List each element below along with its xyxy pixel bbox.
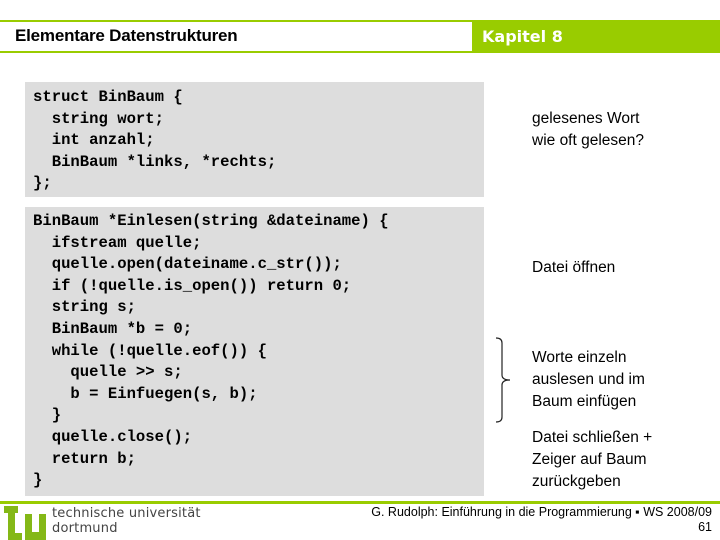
annotation-line: gelesenes Wort	[532, 110, 640, 127]
footer-course: G. Rudolph: Einführung in die Programmie…	[371, 505, 712, 519]
code-line: BinBaum *b = 0;	[51, 319, 193, 338]
annotation-line: Datei öffnen	[532, 259, 616, 276]
annotation-line: Zeiger auf Baum	[532, 451, 647, 468]
code-line: int anzahl;	[51, 131, 155, 150]
code-block-struct: struct BinBaum { string wort; int anzahl…	[25, 82, 484, 197]
code-block-einlesen: BinBaum *Einlesen(string &dateiname) { i…	[25, 207, 484, 496]
code-line: BinBaum *links, *rechts;	[51, 152, 277, 171]
code-line: while (!quelle.eof()) {	[51, 341, 267, 360]
code-line: };	[33, 174, 52, 193]
code-line: quelle >> s;	[70, 363, 183, 382]
code-line: quelle.open(dateiname.c_str());	[51, 255, 342, 274]
code-line: ifstream quelle;	[51, 233, 202, 252]
tu-logo-icon	[4, 506, 46, 540]
code-struct-text: struct BinBaum { string wort; int anzahl…	[33, 87, 276, 195]
code-line: }	[51, 406, 62, 425]
annotation-line: Worte einzeln	[532, 349, 627, 366]
slide-title: Elementare Datenstrukturen	[15, 26, 238, 45]
annotation-line: auslesen und im	[532, 371, 645, 388]
annotation-line: zurückgeben	[532, 473, 621, 490]
code-line: struct BinBaum {	[33, 88, 183, 106]
code-line: string wort;	[51, 109, 165, 128]
footer-course-info: G. Rudolph: Einführung in die Programmie…	[371, 505, 712, 535]
university-name-line2: dortmund	[52, 521, 118, 536]
annotation-open-file: Datei öffnen	[532, 257, 615, 279]
code-line: b = Einfuegen(s, b);	[70, 384, 258, 403]
curly-brace-icon	[495, 337, 511, 423]
code-line: if (!quelle.is_open()) return 0;	[51, 276, 352, 295]
annotation-close-return: Datei schließen + Zeiger auf Baum zurückge…	[532, 427, 652, 493]
annotation-word-count: gelesenes Wort wie oft gelesen?	[532, 108, 644, 152]
annotation-line: wie oft gelesen?	[532, 132, 645, 149]
code-einlesen-text: BinBaum *Einlesen(string &dateiname) { i…	[33, 211, 389, 492]
page-number: 61	[698, 520, 712, 534]
code-line: quelle.close();	[51, 427, 193, 446]
annotation-line: Baum einfügen	[532, 393, 637, 410]
footer-rule	[0, 501, 720, 504]
chapter-banner: Kapitel 8	[472, 20, 720, 53]
annotation-line: Datei schließen +	[532, 429, 653, 446]
code-line: return b;	[51, 449, 136, 468]
code-line: string s;	[51, 298, 136, 317]
chapter-label: Kapitel 8	[482, 27, 563, 46]
code-line: BinBaum *Einlesen(string &dateiname) {	[33, 212, 389, 230]
annotation-read-insert: Worte einzeln auslesen und im Baum einfüge…	[532, 347, 645, 413]
university-name-line1: technische universität	[52, 506, 201, 521]
code-line: }	[33, 471, 43, 490]
